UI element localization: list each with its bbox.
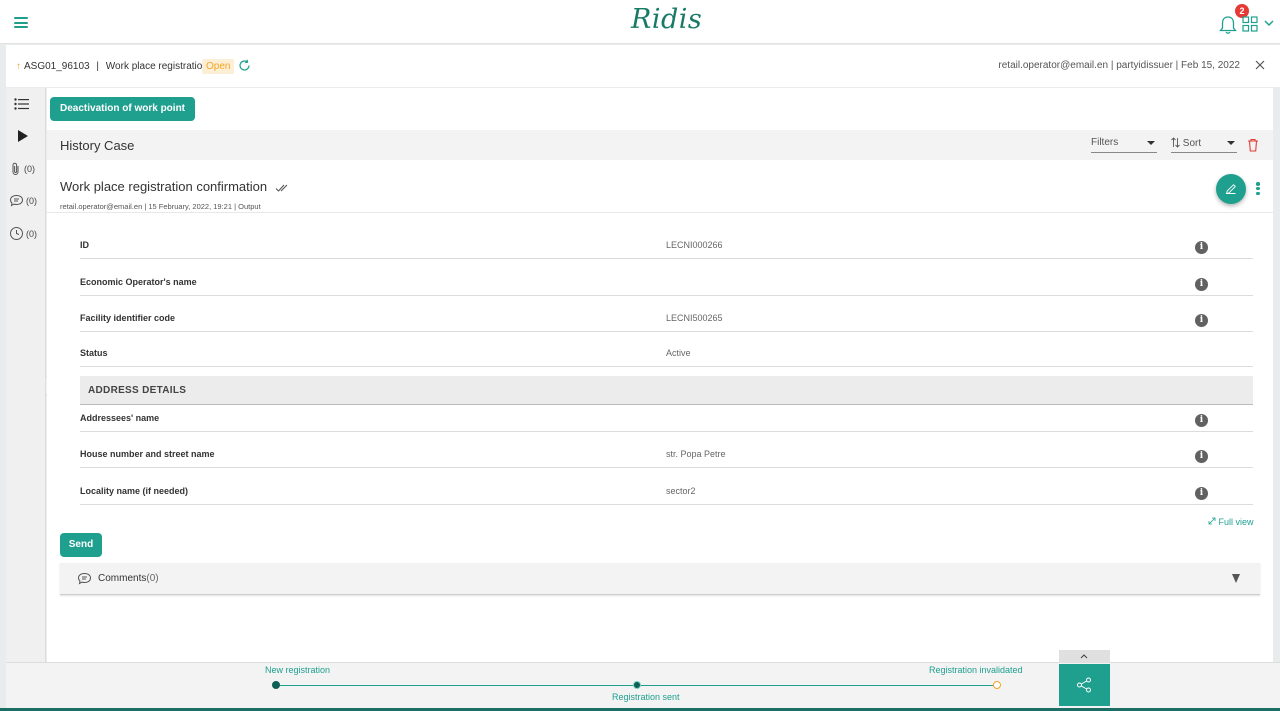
history-title: History Case xyxy=(60,138,135,153)
entry-meta: retail.operator@email.en | 15 February, … xyxy=(60,202,261,211)
double-check-icon xyxy=(275,184,288,192)
step-dot-done[interactable] xyxy=(272,681,280,689)
history-count: (0) xyxy=(26,228,37,239)
deactivate-work-point-button[interactable]: Deactivation of work point xyxy=(50,97,196,121)
workflow-footer: New registration Registration sent Regis… xyxy=(6,650,1280,708)
main-content: Deactivation of work point History Case … xyxy=(47,88,1273,662)
comments-title: Comments(0) xyxy=(98,573,159,584)
attachments-item[interactable]: (0) xyxy=(10,162,35,176)
separator: | xyxy=(96,61,100,72)
field-value: LECNI000266 xyxy=(666,240,723,250)
info-icon[interactable]: i xyxy=(1195,414,1208,427)
comments-item[interactable]: (0) xyxy=(9,194,37,207)
divider xyxy=(47,212,1273,213)
paperclip-icon xyxy=(12,162,19,175)
field-value: LECNI500265 xyxy=(666,313,723,323)
history-item[interactable]: (0) xyxy=(9,226,37,241)
field-value: Active xyxy=(666,348,691,358)
field-label: House number and street name xyxy=(80,449,215,459)
field-label: ID xyxy=(80,240,89,250)
share-button[interactable] xyxy=(1059,664,1110,706)
top-bar: Ridis 2 xyxy=(0,0,1280,44)
entry-title: Work place registration confirmation xyxy=(60,179,268,194)
field-label: Status xyxy=(80,348,108,358)
menu-icon[interactable] xyxy=(14,17,28,28)
sort-arrows-icon xyxy=(1171,137,1180,148)
edit-button[interactable] xyxy=(1216,174,1246,204)
field-label: Economic Operator's name xyxy=(80,277,197,287)
sort-dropdown[interactable]: Sort xyxy=(1171,137,1237,153)
pencil-icon xyxy=(1225,184,1236,195)
send-button[interactable]: Send xyxy=(60,533,102,557)
comments-count: (0) xyxy=(146,573,159,584)
field-value: sector2 xyxy=(666,486,696,496)
field-row-operator-name: Economic Operator's name i xyxy=(80,260,1253,296)
refresh-icon[interactable] xyxy=(238,59,251,72)
info-icon[interactable]: i xyxy=(1195,487,1208,500)
status-badge: Open xyxy=(202,59,235,74)
case-header: ↑ ASG01_96103 | Work place registration O… xyxy=(6,45,1280,87)
field-row-id: ID LECNI000266 i xyxy=(80,223,1253,259)
attachments-count: (0) xyxy=(24,164,35,174)
filters-dropdown[interactable]: Filters xyxy=(1091,137,1157,153)
left-rail: (0) (0) (0) xyxy=(6,88,46,662)
field-row-locality: Locality name (if needed) sector2 i xyxy=(80,469,1253,505)
info-icon[interactable]: i xyxy=(1195,450,1208,463)
entry-title-row: Work place registration confirmation xyxy=(60,179,291,194)
comments-panel[interactable]: Comments(0) xyxy=(60,563,1260,595)
case-type: Work place registration xyxy=(105,61,208,72)
sort-label: Sort xyxy=(1182,138,1202,149)
more-options-icon[interactable] xyxy=(1256,182,1262,196)
info-icon[interactable]: i xyxy=(1195,241,1208,254)
speech-bubble-icon xyxy=(77,572,92,585)
apps-grid-icon[interactable] xyxy=(1242,16,1258,32)
field-row-addressee-name: Addressees' name i xyxy=(80,396,1253,432)
field-label: Facility identifier code xyxy=(80,313,176,323)
history-bar: History Case Filters Sort xyxy=(47,130,1273,160)
field-row-facility-code: Facility identifier code LECNI500265 i xyxy=(80,296,1253,332)
step-label-registration-invalidated: Registration invalidated xyxy=(929,665,1023,675)
chevron-down-icon[interactable] xyxy=(1263,17,1275,29)
clock-icon xyxy=(10,227,23,240)
full-view-link[interactable]: Full view xyxy=(1208,517,1254,527)
share-icon xyxy=(1077,677,1091,693)
collapse-tab[interactable] xyxy=(1059,650,1110,663)
field-value: str. Popa Petre xyxy=(666,449,726,459)
step-label-registration-sent: Registration sent xyxy=(612,692,680,702)
case-meta: retail.operator@email.en | partyidissuer… xyxy=(998,60,1240,71)
list-icon[interactable] xyxy=(14,98,30,110)
bell-icon[interactable] xyxy=(1219,15,1237,35)
close-icon[interactable] xyxy=(1254,59,1266,71)
caret-down-icon xyxy=(1227,141,1235,145)
caret-down-icon xyxy=(1147,141,1155,145)
field-row-street: House number and street name str. Popa P… xyxy=(80,432,1253,468)
filters-label: Filters xyxy=(1091,137,1119,148)
ridis-logo[interactable]: Ridis xyxy=(631,4,702,35)
arrow-up-icon[interactable]: ↑ xyxy=(16,61,21,72)
full-view-label: Full view xyxy=(1218,517,1254,527)
caret-down-icon[interactable] xyxy=(1232,574,1240,583)
comments-label: Comments xyxy=(98,573,147,584)
case-breadcrumb: ↑ ASG01_96103 | Work place registration xyxy=(16,61,208,72)
comments-count: (0) xyxy=(26,195,37,206)
speech-bubble-icon xyxy=(9,194,24,207)
trash-icon[interactable] xyxy=(1247,138,1259,152)
expand-icon xyxy=(1208,517,1216,525)
play-icon[interactable] xyxy=(18,130,28,142)
section-title: ADDRESS DETAILS xyxy=(88,385,187,396)
field-label: Locality name (if needed) xyxy=(80,486,189,496)
field-label: Addressees' name xyxy=(80,413,160,423)
step-label-new-registration: New registration xyxy=(265,665,331,675)
case-id: ASG01_96103 xyxy=(24,61,90,72)
field-row-status: Status Active xyxy=(80,331,1253,367)
step-dot-current[interactable] xyxy=(633,681,641,689)
step-dot-pending[interactable] xyxy=(993,681,1001,689)
chevron-up-icon xyxy=(1080,654,1088,659)
info-icon[interactable]: i xyxy=(1195,278,1208,291)
info-icon[interactable]: i xyxy=(1195,314,1208,327)
